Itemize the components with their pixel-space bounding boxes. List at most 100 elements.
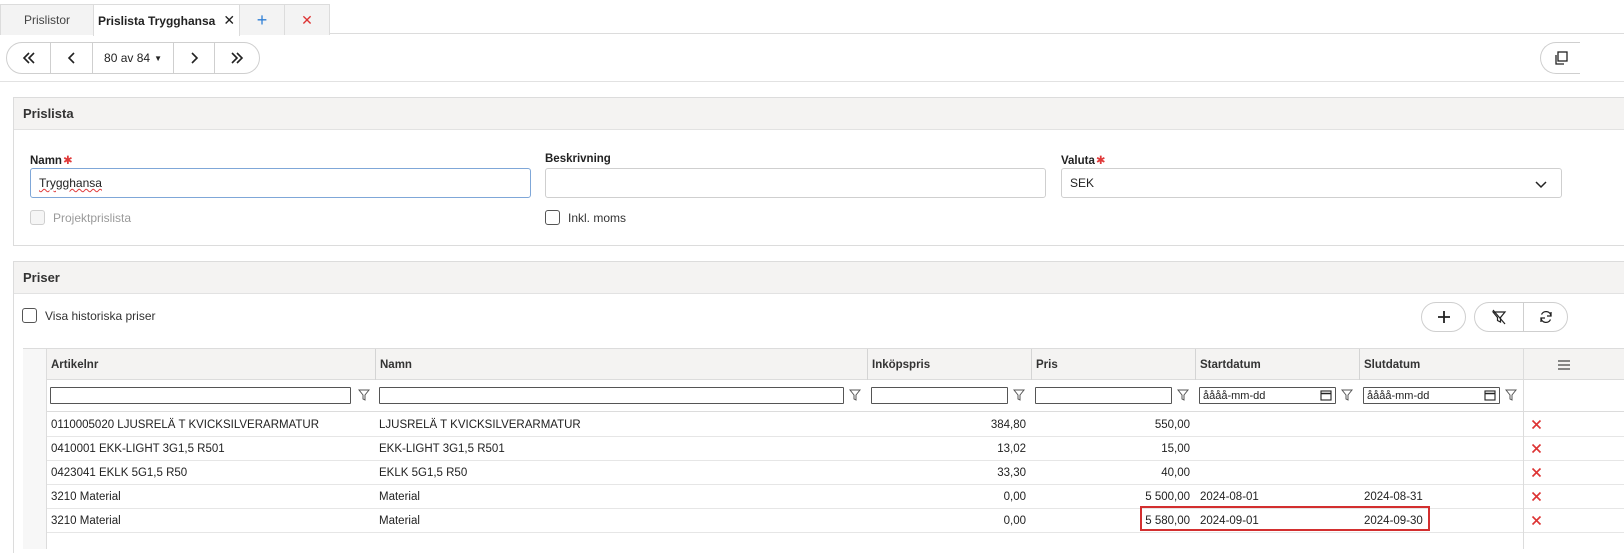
calendar-icon[interactable] bbox=[1484, 389, 1496, 401]
inkl-moms-label: Inkl. moms bbox=[568, 210, 627, 225]
cell-slutdatum[interactable] bbox=[1364, 413, 1519, 436]
delete-icon[interactable] bbox=[1531, 491, 1542, 502]
filter-icon[interactable] bbox=[1341, 389, 1353, 401]
filter-slutdatum-input[interactable]: åååå-mm-dd bbox=[1363, 387, 1500, 404]
cell-slutdatum[interactable] bbox=[1364, 461, 1519, 484]
table-row[interactable]: 0110005020 LJUSRELÄ T KVICKSILVERARMATUR… bbox=[23, 413, 1624, 437]
cell-inkopspris[interactable]: 33,30 bbox=[871, 461, 1026, 484]
add-tab-button[interactable]: + bbox=[239, 4, 285, 35]
checkbox-box bbox=[30, 210, 45, 225]
filter-inkopspris-input[interactable] bbox=[871, 387, 1008, 404]
cell-startdatum[interactable] bbox=[1200, 413, 1355, 436]
filter-icon[interactable] bbox=[1505, 389, 1517, 401]
cell-pris[interactable]: 40,00 bbox=[1035, 461, 1190, 484]
last-record-button[interactable] bbox=[215, 43, 259, 73]
required-icon: ✱ bbox=[1095, 155, 1106, 167]
col-startdatum[interactable]: Startdatum bbox=[1195, 349, 1359, 380]
cell-artikelnr[interactable]: 0110005020 LJUSRELÄ T KVICKSILVERARMATUR bbox=[51, 413, 371, 436]
col-namn[interactable]: Namn bbox=[375, 349, 867, 380]
table-row[interactable]: 0410001 EKK-LIGHT 3G1,5 R501 EKK-LIGHT 3G… bbox=[23, 437, 1624, 461]
valuta-select[interactable]: SEK bbox=[1061, 168, 1562, 198]
plus-icon: + bbox=[256, 9, 268, 30]
cell-namn[interactable]: LJUSRELÄ T KVICKSILVERARMATUR bbox=[379, 413, 859, 436]
projektprislista-label: Projektprislista bbox=[53, 210, 132, 225]
cell-startdatum[interactable]: 2024-08-01 bbox=[1200, 485, 1355, 508]
delete-icon[interactable] bbox=[1531, 443, 1542, 454]
filter-icon[interactable] bbox=[1013, 389, 1025, 401]
first-page-icon bbox=[22, 52, 35, 64]
chevron-down-icon bbox=[1535, 181, 1547, 189]
delete-icon[interactable] bbox=[1531, 467, 1542, 478]
cell-namn[interactable]: EKLK 5G1,5 R50 bbox=[379, 461, 859, 484]
cell-namn[interactable]: EKK-LIGHT 3G1,5 R501 bbox=[379, 437, 859, 460]
namn-input[interactable]: Trygghansa bbox=[30, 168, 531, 198]
filter-namn-input[interactable] bbox=[379, 387, 844, 404]
panel-title: Priser bbox=[14, 262, 1624, 294]
cell-pris[interactable]: 15,00 bbox=[1035, 437, 1190, 460]
cell-inkopspris[interactable]: 0,00 bbox=[871, 485, 1026, 508]
cell-inkopspris[interactable]: 384,80 bbox=[871, 413, 1026, 436]
inkl-moms-checkbox[interactable]: Inkl. moms bbox=[545, 210, 626, 225]
filter-icon[interactable] bbox=[849, 389, 861, 401]
col-pris[interactable]: Pris bbox=[1031, 349, 1195, 380]
next-icon bbox=[191, 52, 199, 64]
panel-title: Prislista bbox=[14, 98, 1624, 130]
column-menu-button[interactable] bbox=[1523, 349, 1624, 380]
filter-icon[interactable] bbox=[1177, 389, 1189, 401]
filter-startdatum-input[interactable]: åååå-mm-dd bbox=[1199, 387, 1336, 404]
cell-artikelnr[interactable]: 0410001 EKK-LIGHT 3G1,5 R501 bbox=[51, 437, 371, 460]
delete-icon[interactable] bbox=[1531, 419, 1542, 430]
cell-startdatum[interactable] bbox=[1200, 461, 1355, 484]
filter-artikelnr-input[interactable] bbox=[50, 387, 351, 404]
last-page-icon bbox=[231, 52, 244, 64]
previous-record-button[interactable] bbox=[51, 43, 93, 73]
cell-pris[interactable]: 5 500,00 bbox=[1035, 485, 1190, 508]
add-price-button[interactable] bbox=[1421, 302, 1466, 332]
checkbox-box[interactable] bbox=[545, 210, 560, 225]
cell-slutdatum[interactable]: 2024-08-31 bbox=[1364, 485, 1519, 508]
beskrivning-label: Beskrivning bbox=[545, 153, 611, 165]
cell-artikelnr[interactable]: 0423041 EKLK 5G1,5 R50 bbox=[51, 461, 371, 484]
cell-inkopspris[interactable]: 0,00 bbox=[871, 509, 1026, 532]
copy-button[interactable] bbox=[1540, 42, 1580, 74]
prev-icon bbox=[67, 52, 75, 64]
row-gutter bbox=[23, 349, 47, 549]
cell-artikelnr[interactable]: 3210 Material bbox=[51, 485, 371, 508]
tab-label: Prislista Trygghansa bbox=[97, 13, 216, 28]
refresh-icon bbox=[1539, 310, 1552, 324]
close-tab-button[interactable]: ✕ bbox=[284, 4, 330, 35]
cell-pris[interactable]: 550,00 bbox=[1035, 413, 1190, 436]
namn-value: Trygghansa bbox=[39, 176, 102, 190]
beskrivning-input[interactable] bbox=[545, 168, 1046, 198]
record-counter-dropdown[interactable]: 80 av 84 ▼ bbox=[93, 43, 174, 73]
cell-namn[interactable]: Material bbox=[379, 509, 859, 532]
copy-icon bbox=[1554, 51, 1568, 65]
tab-prislistor[interactable]: Prislistor bbox=[0, 4, 94, 35]
cell-startdatum[interactable] bbox=[1200, 437, 1355, 460]
clear-filter-button[interactable] bbox=[1474, 302, 1524, 332]
checkbox-box[interactable] bbox=[22, 308, 37, 323]
col-slutdatum[interactable]: Slutdatum bbox=[1359, 349, 1523, 380]
cell-artikelnr[interactable]: 3210 Material bbox=[51, 509, 371, 532]
next-record-button[interactable] bbox=[174, 43, 215, 73]
first-record-button[interactable] bbox=[7, 43, 51, 73]
divider bbox=[0, 81, 1624, 82]
filter-row: åååå-mm-dd åååå-mm-dd bbox=[23, 381, 1624, 412]
table-row[interactable]: 0423041 EKLK 5G1,5 R50 EKLK 5G1,5 R50 33,3… bbox=[23, 461, 1624, 485]
col-inkopspris[interactable]: Inköpspris bbox=[867, 349, 1031, 380]
filter-pris-input[interactable] bbox=[1035, 387, 1172, 404]
record-counter: 80 av 84 bbox=[104, 51, 151, 65]
cell-namn[interactable]: Material bbox=[379, 485, 859, 508]
refresh-button[interactable] bbox=[1523, 302, 1568, 332]
filter-icon[interactable] bbox=[358, 389, 370, 401]
calendar-icon[interactable] bbox=[1320, 389, 1332, 401]
tab-prislista-trygghansa[interactable]: Prislista Trygghansa ✕ bbox=[93, 4, 240, 36]
caret-down-icon: ▼ bbox=[154, 53, 162, 63]
visa-historiska-checkbox[interactable]: Visa historiska priser bbox=[22, 308, 155, 323]
cell-slutdatum[interactable] bbox=[1364, 437, 1519, 460]
close-icon[interactable]: ✕ bbox=[223, 12, 235, 29]
valuta-value: SEK bbox=[1070, 176, 1095, 190]
col-artikelnr[interactable]: Artikelnr bbox=[47, 349, 375, 380]
delete-icon[interactable] bbox=[1531, 515, 1542, 526]
cell-inkopspris[interactable]: 13,02 bbox=[871, 437, 1026, 460]
